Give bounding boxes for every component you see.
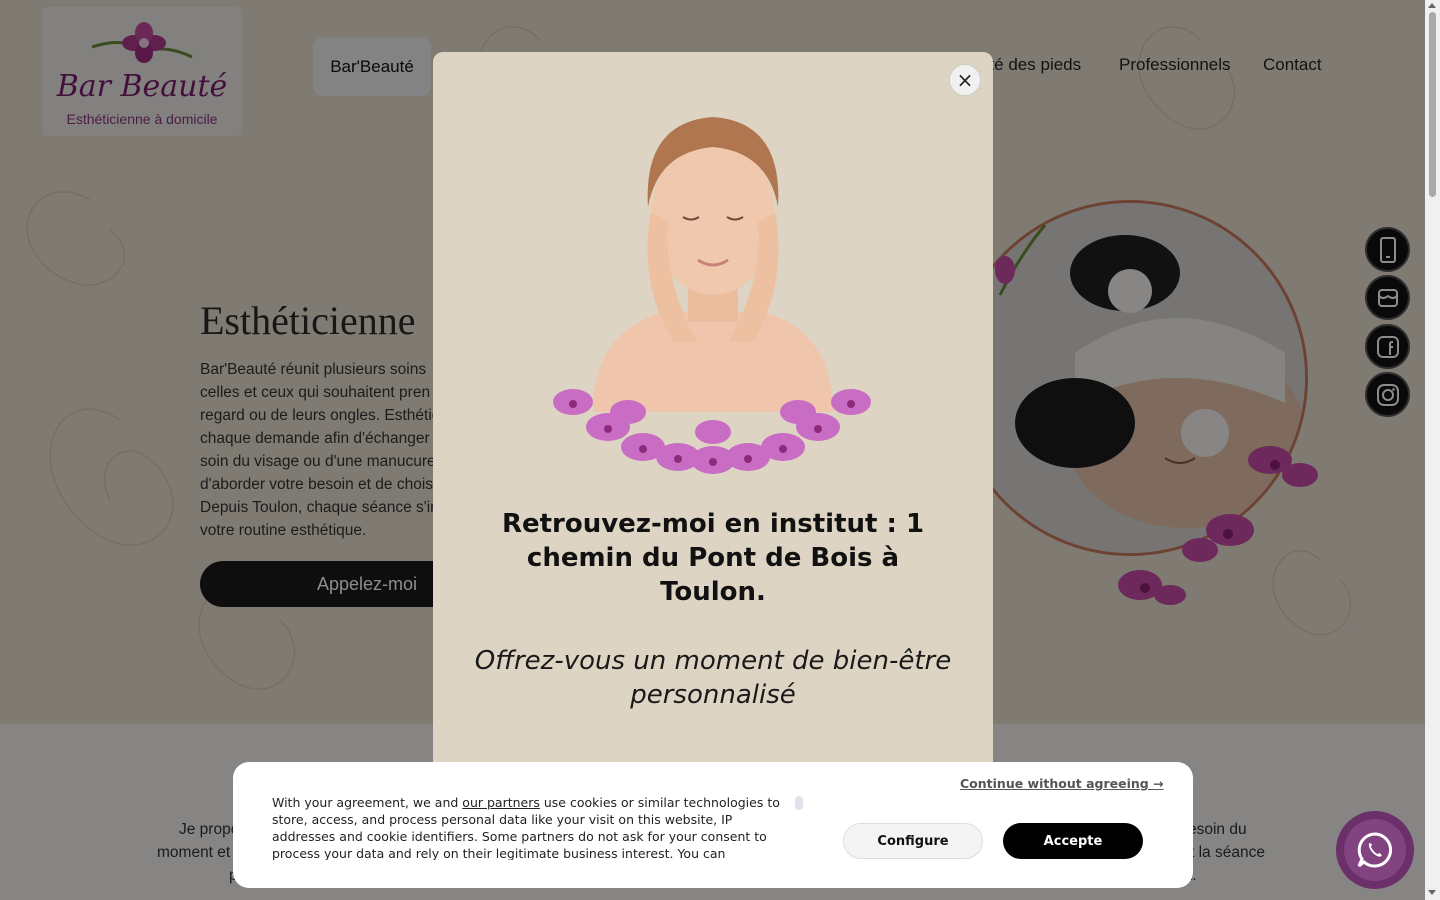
close-button[interactable]: × [949, 64, 981, 96]
scroll-up-arrow-icon[interactable] [1428, 3, 1436, 8]
promo-modal: × Retrouvez-moi en institut: 1 chemin d… [433, 52, 993, 772]
scroll-thumb[interactable] [1429, 12, 1436, 197]
cookie-banner: With your agreement, we and our partners… [233, 762, 1193, 888]
scroll-down-arrow-icon[interactable] [1428, 890, 1436, 895]
partners-link[interactable]: our partners [462, 795, 540, 810]
configure-button[interactable]: Configure [843, 823, 983, 859]
page: Bar Beauté Esthéticienne à domicile Bar'… [0, 0, 1425, 900]
page-scrollbar[interactable] [1425, 0, 1440, 900]
modal-title: Retrouvez-moi en institut : 1 chemin du … [501, 509, 925, 607]
woman-with-orchids-image [553, 117, 871, 474]
accept-button[interactable]: Accepte [1003, 823, 1143, 859]
whatsapp-button[interactable] [1336, 811, 1414, 889]
continue-without-agreeing-link[interactable]: Continue without agreeing → [960, 776, 1164, 791]
close-icon: × [956, 68, 974, 92]
cookie-text-start: With your agreement, we and [272, 795, 463, 810]
whatsapp-icon [1357, 832, 1393, 868]
cookie-text: With your agreement, we and our partners… [272, 794, 797, 860]
modal-subtitle: Offrez-vous un moment de bien-être perso… [474, 646, 952, 710]
cookie-text-scrollbar[interactable] [795, 796, 803, 810]
